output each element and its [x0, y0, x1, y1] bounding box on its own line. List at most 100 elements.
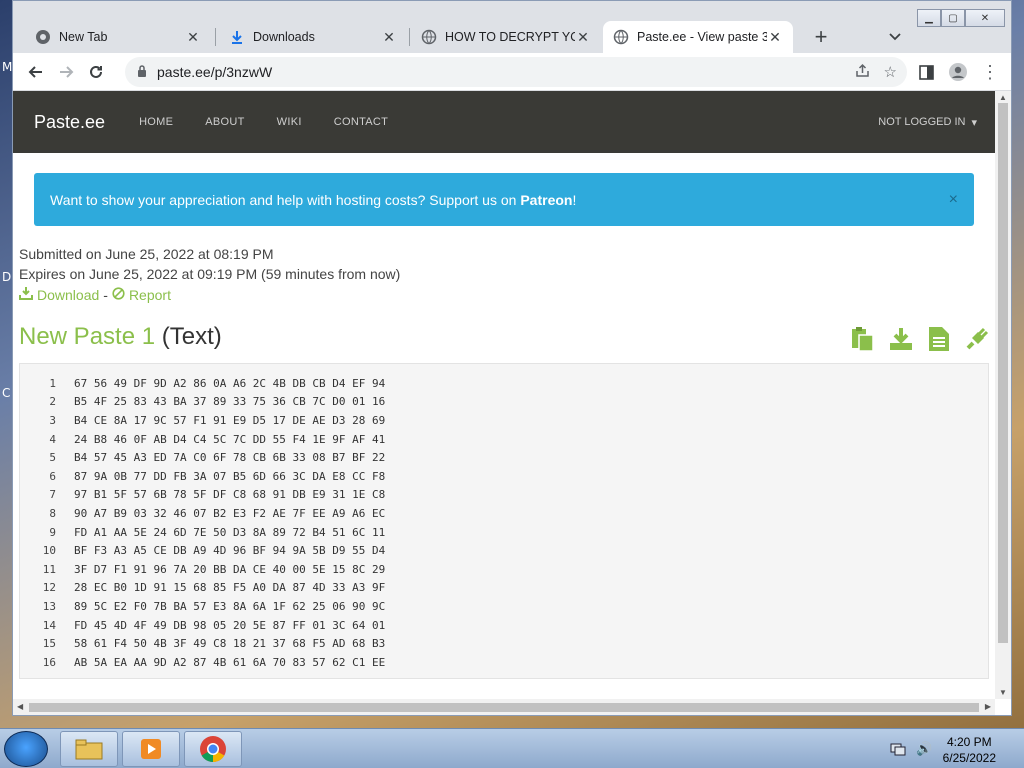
alert-close-icon[interactable]: ×: [949, 191, 958, 209]
new-tab-button[interactable]: +: [807, 23, 835, 51]
tab-label: HOW TO DECRYPT YOU: [445, 30, 575, 44]
code-line: 12 28 EC B0 1D 91 15 68 85 F5 A0 DA 87 4D…: [20, 579, 988, 598]
horizontal-scrollbar[interactable]: ◀ ▶: [13, 699, 995, 715]
forward-icon[interactable]: [51, 57, 81, 87]
code-line: 14 FD 45 4D 4F 49 DB 98 05 20 5E 87 FF 01…: [20, 616, 988, 635]
reload-icon[interactable]: [81, 57, 111, 87]
code-line: 5 B4 57 45 A3 ED 7A C0 6F 78 CB 6B 33 08 …: [20, 448, 988, 467]
nav-wiki[interactable]: WIKI: [277, 116, 302, 128]
line-number: 13: [42, 599, 56, 613]
media-player-taskbar-icon[interactable]: [122, 731, 180, 767]
side-panel-icon[interactable]: [911, 57, 941, 87]
vertical-scrollbar[interactable]: ▲ ▼: [995, 91, 1011, 699]
clock-date: 6/25/2022: [942, 751, 996, 765]
tab-strip: New Tab ✕ Downloads ✕ HOW TO DECRYPT YOU…: [13, 1, 1011, 53]
profile-avatar-icon[interactable]: [943, 57, 973, 87]
nav-about[interactable]: ABOUT: [205, 116, 244, 128]
explorer-taskbar-icon[interactable]: [60, 731, 118, 767]
patreon-alert: Want to show your appreciation and help …: [34, 173, 974, 226]
tab-how-to-decrypt[interactable]: HOW TO DECRYPT YOU ✕: [411, 21, 601, 53]
address-bar[interactable]: paste.ee/p/3nzwW ☆: [125, 57, 907, 87]
network-icon[interactable]: [890, 741, 906, 760]
caret-down-icon: ▾: [971, 116, 977, 129]
account-label: NOT LOGGED IN: [878, 116, 966, 128]
line-text: FD 45 4D 4F 49 DB 98 05 20 5E 87 FF 01 3…: [74, 618, 386, 632]
more-menu-icon[interactable]: ⋮: [975, 57, 1005, 87]
start-button[interactable]: [4, 731, 48, 767]
line-text: B5 4F 25 83 43 BA 37 89 33 75 36 CB 7C D…: [74, 395, 386, 409]
tab-label: Paste.ee - View paste 3n: [637, 30, 767, 44]
line-number: 12: [42, 581, 56, 595]
plug-icon[interactable]: [963, 325, 991, 353]
taskbar: 🔊 4:20 PM 6/25/2022: [0, 728, 1024, 768]
chrome-taskbar-icon[interactable]: [184, 731, 242, 767]
code-line: 7 97 B1 5F 57 6B 78 5F DF C8 68 91 DB E9 …: [20, 486, 988, 505]
desktop-icon-label: M: [2, 60, 13, 74]
line-number: 14: [42, 618, 56, 632]
paste-content: 1 67 56 49 DF 9D A2 86 0A A6 2C 4B DB CB …: [19, 363, 989, 679]
line-number: 11: [42, 562, 56, 576]
code-line: 6 87 9A 0B 77 DD FB 3A 07 B5 6D 66 3C DA …: [20, 467, 988, 486]
volume-icon[interactable]: 🔊: [916, 741, 932, 760]
chrome-icon: [35, 29, 51, 45]
bookmark-star-icon[interactable]: ☆: [884, 63, 897, 82]
close-icon[interactable]: ✕: [185, 29, 201, 45]
browser-toolbar: paste.ee/p/3nzwW ☆ ⋮: [13, 53, 1011, 91]
back-icon[interactable]: [21, 57, 51, 87]
download-icon[interactable]: [887, 325, 915, 353]
line-number: 7: [49, 488, 56, 502]
code-line: 10 BF F3 A3 A5 CE DB A9 4D 96 BF 94 9A 5B…: [20, 541, 988, 560]
line-number: 3: [49, 413, 56, 427]
code-line: 16 AB 5A EA AA 9D A2 87 4B 61 6A 70 83 57…: [20, 653, 988, 672]
line-text: FD A1 AA 5E 24 6D 7E 50 D3 8A 89 72 B4 5…: [74, 525, 386, 539]
nav-contact[interactable]: CONTACT: [334, 116, 388, 128]
code-line: 2 B5 4F 25 83 43 BA 37 89 33 75 36 CB 7C …: [20, 393, 988, 412]
alert-text: Want to show your appreciation and help …: [50, 191, 517, 208]
maximize-icon[interactable]: ▢: [941, 9, 965, 27]
close-icon[interactable]: ✕: [575, 29, 591, 45]
url-text: paste.ee/p/3nzwW: [157, 64, 273, 80]
line-number: 4: [49, 432, 56, 446]
line-text: BF F3 A3 A5 CE DB A9 4D 96 BF 94 9A 5B D…: [74, 544, 386, 558]
line-number: 10: [42, 544, 56, 558]
line-text: 89 5C E2 F0 7B BA 57 E3 8A 6A 1F 62 25 0…: [74, 599, 386, 613]
system-clock[interactable]: 4:20 PM 6/25/2022: [943, 734, 996, 766]
minimize-icon[interactable]: ▁: [917, 9, 941, 27]
window-controls: ▁ ▢ ✕: [917, 9, 1005, 27]
line-number: 8: [49, 506, 56, 520]
line-number: 15: [42, 637, 56, 651]
code-line: 4 24 B8 46 0F AB D4 C4 5C 7C DD 55 F4 1E …: [20, 430, 988, 449]
tab-paste-ee[interactable]: Paste.ee - View paste 3n ✕: [603, 21, 793, 53]
patreon-link[interactable]: Patreon: [520, 192, 572, 208]
window-close-icon[interactable]: ✕: [965, 9, 1005, 27]
download-link[interactable]: Download: [37, 287, 99, 303]
share-icon[interactable]: [855, 63, 870, 82]
download-small-icon: [19, 286, 33, 303]
report-link[interactable]: Report: [129, 287, 171, 303]
system-tray: 🔊: [890, 741, 932, 760]
close-icon[interactable]: ✕: [381, 29, 397, 45]
code-line: 15 58 61 F4 50 4B 3F 49 C8 18 21 37 68 F5…: [20, 634, 988, 653]
lock-icon: [137, 64, 147, 80]
line-number: 1: [49, 376, 56, 390]
line-text: B4 57 45 A3 ED 7A C0 6F 78 CB 6B 33 08 B…: [74, 451, 386, 465]
account-dropdown[interactable]: NOT LOGGED IN ▾: [878, 116, 977, 129]
copy-icon[interactable]: [849, 325, 877, 353]
raw-file-icon[interactable]: [925, 325, 953, 353]
paste-actions: Download - Report: [19, 286, 171, 303]
nav-home[interactable]: HOME: [139, 116, 173, 128]
line-text: 97 B1 5F 57 6B 78 5F DF C8 68 91 DB E9 3…: [74, 488, 386, 502]
chevron-down-icon[interactable]: [883, 25, 907, 49]
line-number: 9: [49, 525, 56, 539]
globe-icon: [421, 29, 437, 45]
line-number: 5: [49, 451, 56, 465]
close-icon[interactable]: ✕: [767, 29, 783, 45]
paste-type: (Text): [161, 323, 222, 350]
tab-label: Downloads: [253, 30, 315, 44]
site-brand[interactable]: Paste.ee: [34, 112, 105, 133]
line-text: B4 CE 8A 17 9C 57 F1 91 E9 D5 17 DE AE D…: [74, 413, 386, 427]
code-line: 1 67 56 49 DF 9D A2 86 0A A6 2C 4B DB CB …: [20, 374, 988, 393]
tab-downloads[interactable]: Downloads ✕: [219, 21, 407, 53]
code-line: 3 B4 CE 8A 17 9C 57 F1 91 E9 D5 17 DE AE …: [20, 411, 988, 430]
tab-new-tab[interactable]: New Tab ✕: [25, 21, 211, 53]
